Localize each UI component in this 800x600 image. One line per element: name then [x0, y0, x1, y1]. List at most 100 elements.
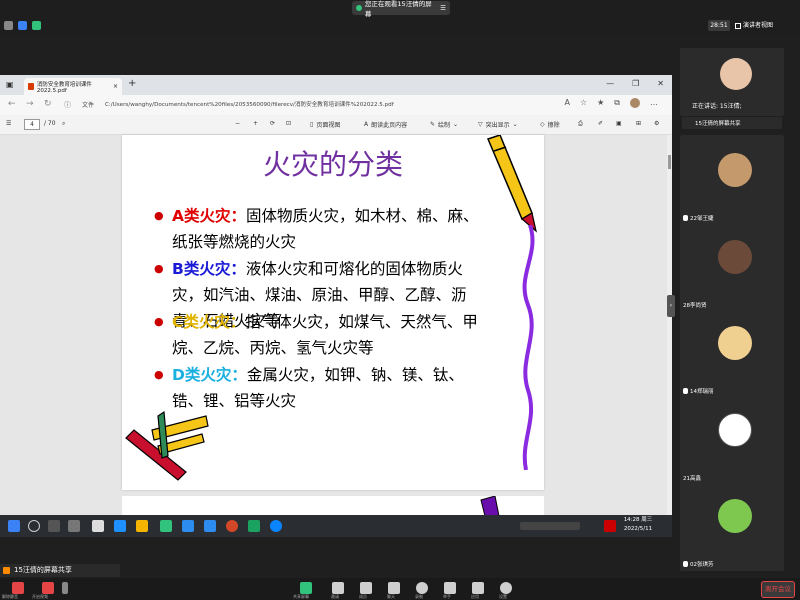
save-as-icon[interactable]: ⊞	[636, 120, 641, 127]
restore-icon[interactable]: ❐	[632, 79, 639, 88]
meeting-app-icon[interactable]	[182, 520, 194, 532]
microphone-icon[interactable]	[12, 582, 24, 594]
share-screen-icon[interactable]	[300, 582, 312, 594]
save-icon[interactable]: ▣	[616, 120, 622, 127]
page-view-icon: ▯	[310, 121, 314, 128]
control-label: 举手	[443, 594, 451, 599]
record-icon[interactable]	[416, 582, 428, 594]
rotate-icon[interactable]: ⟳	[270, 120, 275, 127]
participant-label: 15汪倩的屏幕共享	[695, 121, 741, 127]
list-item: ● C类火灾：指气体火灾，如煤气、天然气、甲烷、乙烷、丙烷、氢气火灾等	[154, 309, 484, 361]
start-icon[interactable]	[8, 520, 20, 532]
pdf-document-area[interactable]: 火灾的分类 ● A类火灾：固体物质火灾，如木材、棉、麻、纸张等燃烧的火灾 ● B…	[0, 135, 672, 516]
edge-icon[interactable]	[114, 520, 126, 532]
address-bar: ← → ↻ ⓘ 文件 C:/Users/wanghy/Documents/ten…	[0, 95, 672, 115]
search-icon[interactable]	[28, 520, 40, 532]
apps-icon[interactable]	[472, 582, 484, 594]
settings-icon[interactable]: ⚙	[654, 120, 659, 127]
participant-card[interactable]: 28李尚贤	[680, 222, 784, 312]
search-icon[interactable]: ⌕	[62, 120, 65, 128]
app-icon[interactable]	[92, 520, 104, 532]
shield-icon[interactable]	[18, 21, 27, 30]
ime-icon[interactable]	[604, 520, 616, 532]
close-icon[interactable]: ✕	[657, 79, 664, 88]
participant-card[interactable]: 21高鑫	[680, 395, 784, 485]
edit-icon[interactable]: ✐	[598, 120, 603, 127]
highlight-icon: ▽	[478, 121, 483, 128]
menu-icon[interactable]: ☰	[440, 4, 446, 12]
collapse-panel-button[interactable]: ›	[667, 295, 675, 317]
draw-button[interactable]: ✎ 绘制 ⌄	[430, 120, 458, 129]
tray-icons[interactable]	[520, 522, 580, 530]
read-aloud-button[interactable]: A 朗读此页内容	[364, 120, 407, 129]
chevron-up-icon[interactable]	[62, 582, 68, 594]
signal-icon[interactable]	[32, 21, 41, 30]
favorite-icon[interactable]: ☆	[580, 98, 587, 108]
refresh-icon[interactable]: ↻	[44, 99, 52, 109]
explorer-icon[interactable]	[136, 520, 148, 532]
zoom-out-button[interactable]: −	[235, 120, 240, 127]
fit-page-icon[interactable]: ⊡	[286, 120, 291, 127]
video-icon[interactable]	[42, 582, 54, 594]
tab-bar: ▣ 消防安全教育培训课件 2022.5.pdf × + — ❐ ✕	[0, 75, 672, 95]
settings-icon[interactable]	[500, 582, 512, 594]
contents-icon[interactable]: ☰	[6, 120, 11, 127]
print-icon[interactable]: ⎙	[578, 120, 583, 128]
participant-card[interactable]: 14郑瑞丽	[680, 308, 784, 398]
profile-avatar[interactable]	[630, 98, 640, 108]
info-icon[interactable]	[4, 21, 13, 30]
zoom-in-button[interactable]: +	[253, 120, 258, 127]
tab-actions-icon[interactable]: ▣	[6, 80, 14, 89]
view-mode-button[interactable]: 演讲者视图	[735, 20, 783, 31]
erase-button[interactable]: ◇ 擦除	[540, 120, 560, 129]
tab-pdf[interactable]: 消防安全教育培训课件 2022.5.pdf ×	[24, 78, 122, 95]
scroll-thumb[interactable]	[668, 155, 671, 169]
crayon-decoration-icon	[480, 496, 500, 516]
raise-hand-icon[interactable]	[444, 582, 456, 594]
app-icon[interactable]	[160, 520, 172, 532]
forward-icon[interactable]: →	[26, 99, 34, 109]
window-controls: — ❐ ✕	[606, 79, 664, 88]
control-label: 设置	[499, 594, 507, 599]
taskbar-clock[interactable]: 14:28 周三 2022/5/11	[620, 516, 656, 534]
invite-icon[interactable]	[332, 582, 344, 594]
chevron-down-icon[interactable]: ⌄	[513, 121, 518, 128]
tab-title: 消防安全教育培训课件 2022.5.pdf	[36, 81, 92, 94]
control-label: 开启视频	[32, 594, 48, 599]
minimize-icon[interactable]: —	[606, 79, 614, 88]
edge-icon[interactable]	[270, 520, 282, 532]
back-icon[interactable]: ←	[8, 99, 16, 109]
more-icon[interactable]: …	[650, 98, 658, 108]
new-tab-button[interactable]: +	[128, 78, 136, 89]
widgets-icon[interactable]	[68, 520, 80, 532]
view-mode-label: 演讲者视图	[743, 22, 774, 29]
participant-name: 22邹王婕	[683, 214, 714, 222]
page-view-button[interactable]: ▯ 页面视图	[310, 120, 340, 129]
taskview-icon[interactable]	[48, 520, 60, 532]
class-c-head: C类火灾：	[172, 313, 246, 331]
chevron-down-icon[interactable]: ⌄	[453, 121, 458, 128]
read-aloud-icon[interactable]: A	[564, 98, 569, 108]
close-tab-icon[interactable]: ×	[113, 83, 118, 90]
members-icon[interactable]	[360, 582, 372, 594]
squiggle-decoration-icon	[522, 225, 535, 470]
leave-meeting-button[interactable]: 离开会议	[761, 581, 795, 598]
app-icon[interactable]	[204, 520, 216, 532]
participant-card[interactable]: 22邹王婕	[680, 135, 784, 225]
url-field[interactable]: C:/Users/wanghy/Documents/tencent%20file…	[105, 100, 394, 108]
favorites-icon[interactable]: ★	[597, 98, 604, 108]
list-item: ● A类火灾：固体物质火灾，如木材、棉、麻、纸张等燃烧的火灾	[154, 203, 484, 255]
page-number-input[interactable]: 4	[24, 119, 40, 130]
draw-icon: ✎	[430, 121, 436, 128]
share-notice[interactable]: 您正在观看15汪倩的屏幕 ☰	[352, 0, 450, 18]
powerpoint-icon[interactable]	[226, 520, 238, 532]
highlight-button[interactable]: ▽ 突出显示 ⌄	[478, 120, 518, 129]
bullet-icon: ●	[154, 209, 164, 222]
app-icon[interactable]	[248, 520, 260, 532]
collections-icon[interactable]: ⧉	[614, 98, 620, 108]
chat-icon[interactable]	[388, 582, 400, 594]
participant-card[interactable]: 02张琪芳	[680, 481, 784, 571]
scrollbar[interactable]	[667, 135, 672, 515]
clock-date: 2022/5/11	[623, 526, 653, 532]
file-info-icon[interactable]: ⓘ	[64, 100, 71, 110]
